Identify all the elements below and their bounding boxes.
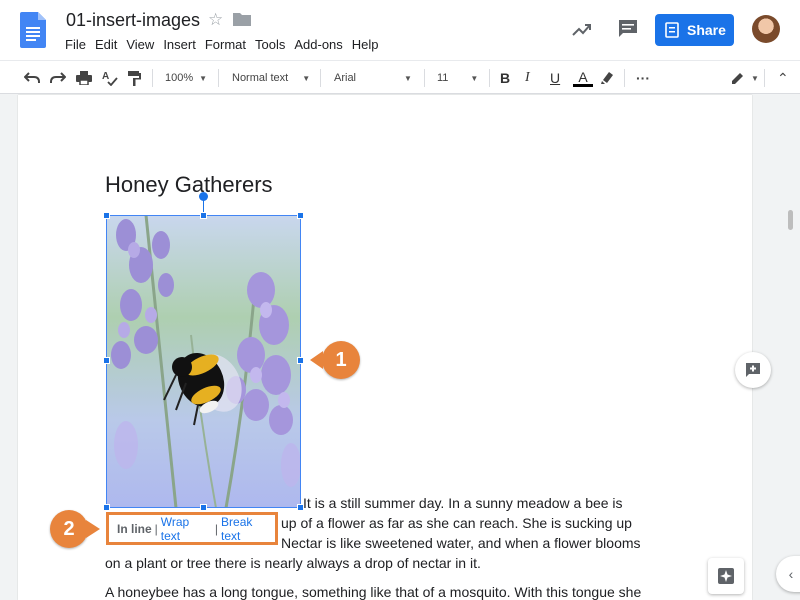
share-button[interactable]: Share (655, 14, 734, 46)
document-heading[interactable]: Honey Gatherers (105, 172, 273, 198)
comment-icon[interactable] (617, 18, 639, 40)
menu-view[interactable]: View (126, 37, 154, 52)
rotate-handle[interactable] (199, 192, 208, 201)
callout-1: 1 (322, 341, 360, 379)
menu-insert[interactable]: Insert (163, 37, 196, 52)
chevron-down-icon: ▼ (199, 73, 208, 83)
print-icon[interactable] (76, 61, 92, 95)
spellcheck-icon[interactable]: A (102, 61, 118, 95)
document-title[interactable]: 01-insert-images (66, 10, 200, 31)
resize-handle-bottom[interactable] (200, 504, 207, 511)
image-options-bar: In line | Wrap text | Break text (106, 512, 278, 545)
italic-icon[interactable]: I (525, 61, 530, 95)
style-select[interactable]: Normal text ▼ (232, 61, 310, 95)
svg-text:A: A (102, 71, 109, 82)
zoom-value: 100% (165, 72, 194, 84)
toolbar-divider (320, 69, 321, 87)
star-icon[interactable]: ☆ (208, 10, 223, 30)
callout-1-pointer (310, 351, 323, 369)
in-line-option[interactable]: In line (117, 522, 152, 536)
formatting-toolbar: A 100% ▼ Normal text ▼ Arial ▼ 11 ▼ B I U A … (0, 60, 800, 94)
menu-addons[interactable]: Add-ons (294, 37, 342, 52)
folder-icon[interactable] (233, 11, 251, 27)
menu-tools[interactable]: Tools (255, 37, 285, 52)
toolbar-divider (764, 69, 765, 87)
text-color-glyph: A (578, 68, 588, 85)
wrap-text-option[interactable]: Wrap text (161, 515, 212, 543)
explore-button[interactable] (708, 558, 744, 594)
paragraph-line[interactable]: on a plant or tree there is nearly alway… (105, 553, 481, 573)
resize-handle-top-right[interactable] (297, 212, 304, 219)
resize-handle-bottom-left[interactable] (103, 504, 110, 511)
paragraph-line[interactable]: It is a still summer day. In a sunny mea… (303, 493, 623, 513)
text-color-icon[interactable]: A (573, 61, 593, 95)
lock-people-icon (665, 22, 679, 38)
chevron-down-icon: ▼ (302, 73, 311, 83)
paragraph-line[interactable]: A honeybee has a long tongue, something … (105, 582, 641, 600)
scrollbar-thumb[interactable] (788, 210, 793, 230)
add-comment-button[interactable] (735, 352, 771, 388)
image-selection-box (106, 215, 301, 508)
side-panel-toggle[interactable]: ‹ (776, 556, 800, 592)
paragraph-line[interactable]: Nectar is like sweetened water, and when… (281, 533, 641, 553)
add-comment-icon (746, 363, 760, 377)
editing-mode-icon[interactable]: ▼ (731, 61, 759, 95)
resize-handle-right[interactable] (297, 357, 304, 364)
callout-2: 2 (50, 510, 88, 548)
menu-edit[interactable]: Edit (95, 37, 117, 52)
paint-format-icon[interactable] (127, 61, 141, 95)
font-size-value: 11 (437, 72, 449, 84)
chevron-down-icon: ▼ (470, 73, 479, 83)
menu-file[interactable]: File (65, 37, 86, 52)
option-separator: | (154, 521, 158, 536)
font-size-select[interactable]: 11 ▼ (437, 61, 478, 95)
resize-handle-left[interactable] (103, 357, 110, 364)
paragraph-line[interactable]: up of a flower as far as she can reach. … (281, 513, 632, 533)
app-header: 01-insert-images ☆ File Edit View Insert… (0, 0, 800, 60)
zoom-select[interactable]: 100% ▼ (165, 61, 207, 95)
chevron-down-icon: ▼ (404, 73, 412, 83)
undo-icon[interactable] (24, 61, 40, 95)
avatar[interactable] (752, 15, 780, 43)
underline-icon[interactable]: U (550, 61, 560, 95)
toolbar-divider (218, 69, 219, 87)
toolbar-divider (152, 69, 153, 87)
style-value: Normal text (232, 72, 289, 84)
redo-icon[interactable] (50, 61, 66, 95)
menu-bar: File Edit View Insert Format Tools Add-o… (65, 37, 388, 52)
more-icon[interactable]: ··· (636, 61, 650, 95)
bold-icon[interactable]: B (500, 61, 510, 95)
share-label: Share (687, 22, 726, 38)
toolbar-divider (624, 69, 625, 87)
docs-logo-icon[interactable] (20, 12, 46, 48)
menu-help[interactable]: Help (352, 37, 379, 52)
option-separator: | (214, 521, 219, 536)
toolbar-divider (424, 69, 425, 87)
font-select[interactable]: Arial ▼ (334, 61, 412, 95)
chevron-up-icon[interactable]: ⌃ (777, 61, 789, 95)
resize-handle-top[interactable] (200, 212, 207, 219)
text-color-swatch (573, 83, 593, 87)
break-text-option[interactable]: Break text (221, 515, 275, 543)
chevron-down-icon: ▼ (751, 73, 759, 83)
font-value: Arial (334, 72, 357, 84)
menu-format[interactable]: Format (205, 37, 246, 52)
explore-icon (718, 568, 734, 584)
toolbar-divider (489, 69, 490, 87)
resize-handle-top-left[interactable] (103, 212, 110, 219)
callout-2-pointer (86, 520, 100, 538)
activity-trend-icon[interactable] (571, 19, 593, 41)
highlight-icon[interactable] (600, 61, 614, 95)
